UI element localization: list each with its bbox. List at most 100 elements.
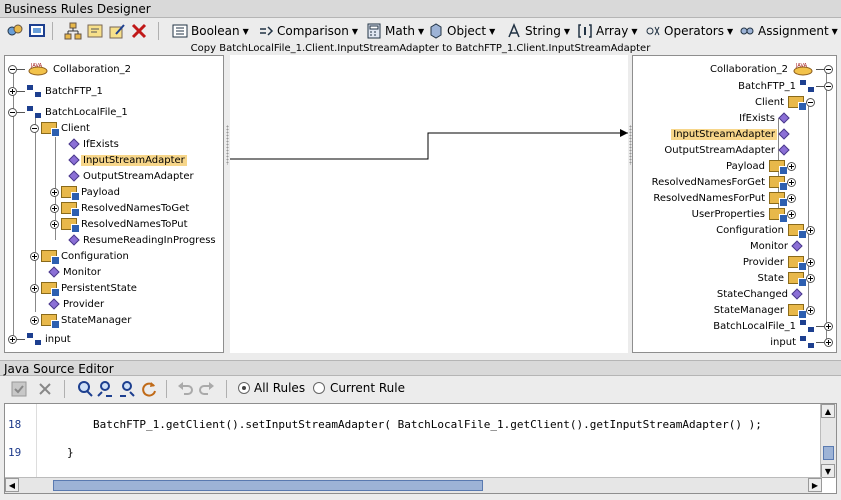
tree-node-statemanager[interactable]: StateManager	[30, 312, 133, 329]
tree-node-payload[interactable]: Payload	[724, 158, 796, 175]
tree-node-configuration[interactable]: Configuration	[714, 222, 815, 239]
tree-node-inputstreamadapter[interactable]: InputStreamAdapter	[67, 152, 187, 168]
math-menu[interactable]: Math ▼	[366, 21, 424, 41]
expand-toggle-icon[interactable]	[787, 177, 796, 187]
expand-toggle-icon[interactable]	[30, 251, 39, 261]
string-menu[interactable]: String ▼	[506, 21, 570, 41]
expand-toggle-icon[interactable]	[50, 219, 59, 229]
expand-toggle-icon[interactable]	[8, 86, 17, 96]
tree-node-statemanager[interactable]: StateManager	[712, 302, 815, 319]
boolean-menu[interactable]: Boolean ▼	[172, 21, 249, 41]
tree-node-resolvednamesforget[interactable]: ResolvedNamesForGet	[650, 174, 796, 191]
tree-node-outputstreamadapter[interactable]: OutputStreamAdapter	[662, 142, 791, 158]
code-line[interactable]: }	[67, 446, 74, 459]
tree-node-resolvednamestoget[interactable]: ResolvedNamesToGet	[50, 200, 191, 217]
expand-toggle-icon[interactable]	[806, 257, 815, 267]
expand-toggle-icon[interactable]	[50, 203, 59, 213]
tree-node-ifexists[interactable]: IfExists	[67, 136, 121, 152]
expand-toggle-icon[interactable]	[787, 193, 796, 203]
edit-note-icon[interactable]	[108, 22, 126, 40]
expand-toggle-icon[interactable]	[50, 187, 59, 197]
tree-node-ifexists[interactable]: IfExists	[737, 110, 791, 126]
collapse-toggle-icon[interactable]	[30, 123, 39, 133]
undo-icon[interactable]	[176, 380, 194, 398]
horizontal-scrollbar[interactable]: ◀ ▶	[5, 477, 822, 493]
tree-node-collaboration[interactable]: Collaboration_2 JAVA	[708, 61, 833, 77]
note-icon[interactable]	[86, 22, 104, 40]
scrollbar-thumb[interactable]	[823, 446, 834, 460]
tree-node-payload[interactable]: Payload	[50, 184, 122, 201]
source-tree-panel[interactable]: JAVA Collaboration_2 BatchFTP_1 BatchLoc…	[4, 55, 224, 353]
find-next-icon[interactable]	[118, 380, 136, 398]
expand-toggle-icon[interactable]	[30, 283, 39, 293]
tree-node-batchftp[interactable]: BatchFTP_1	[8, 83, 105, 99]
object-menu[interactable]: Object ▼	[428, 21, 495, 41]
scrollbar-thumb[interactable]	[53, 480, 483, 491]
tree-node-configuration[interactable]: Configuration	[30, 248, 131, 265]
scroll-down-icon[interactable]: ▼	[821, 464, 835, 478]
tree-node-resumereading[interactable]: ResumeReadingInProgress	[67, 232, 218, 248]
tree-node-persistentstate[interactable]: PersistentState	[30, 280, 139, 297]
expand-toggle-icon[interactable]	[824, 337, 833, 347]
collaboration-icon[interactable]	[6, 22, 24, 40]
code-line[interactable]: BatchFTP_1.getClient().setInputStreamAda…	[93, 418, 762, 431]
search-icon[interactable]	[76, 380, 94, 398]
find-previous-icon[interactable]	[96, 380, 114, 398]
tree-node-collaboration[interactable]: JAVA Collaboration_2	[8, 61, 133, 77]
tree-node-state[interactable]: State	[756, 270, 815, 287]
splitter-handle[interactable]	[226, 125, 229, 165]
expand-toggle-icon[interactable]	[787, 209, 796, 219]
tree-node-provider[interactable]: Provider	[47, 296, 106, 312]
collapse-toggle-icon[interactable]	[824, 64, 833, 74]
tree-node-monitor[interactable]: Monitor	[748, 238, 804, 254]
scroll-left-icon[interactable]: ◀	[5, 478, 19, 492]
tree-node-outputstreamadapter[interactable]: OutputStreamAdapter	[67, 168, 196, 184]
expand-toggle-icon[interactable]	[8, 334, 17, 344]
collapse-toggle-icon[interactable]	[8, 107, 17, 117]
vertical-scrollbar[interactable]: ▲ ▼	[820, 404, 836, 478]
current-rule-radio[interactable]	[313, 382, 325, 394]
tree-node-resolvednamesforput[interactable]: ResolvedNamesForPut	[651, 190, 796, 207]
assignment-menu[interactable]: Assignment ▼	[739, 21, 838, 41]
close-icon[interactable]	[36, 380, 54, 398]
tree-node-inputstreamadapter[interactable]: InputStreamAdapter	[671, 126, 791, 142]
display-icon[interactable]	[28, 22, 46, 40]
tree-node-statechanged[interactable]: StateChanged	[715, 286, 804, 302]
tree-node-userproperties[interactable]: UserProperties	[690, 206, 796, 223]
array-menu[interactable]: Array ▼	[577, 21, 637, 41]
refresh-icon[interactable]	[140, 380, 158, 398]
expand-toggle-icon[interactable]	[30, 315, 39, 325]
redo-icon[interactable]	[198, 380, 216, 398]
tree-layout-icon[interactable]	[64, 22, 82, 40]
code-editor[interactable]: 18 19 BatchFTP_1.getClient().setInputStr…	[4, 403, 837, 494]
comparison-menu[interactable]: Comparison ▼	[258, 21, 358, 41]
destination-tree-panel[interactable]: Collaboration_2 JAVA BatchFTP_1 Client I…	[632, 55, 837, 353]
tree-node-monitor[interactable]: Monitor	[47, 264, 103, 280]
delete-icon[interactable]	[130, 22, 148, 40]
tree-node-provider[interactable]: Provider	[741, 254, 815, 271]
expand-toggle-icon[interactable]	[787, 161, 796, 171]
tree-node-client[interactable]: Client	[753, 94, 815, 111]
scroll-up-icon[interactable]: ▲	[821, 404, 835, 418]
tree-node-label: Provider	[742, 256, 784, 268]
expand-toggle-icon[interactable]	[806, 305, 815, 315]
expand-toggle-icon[interactable]	[824, 321, 833, 331]
mapping-canvas[interactable]	[230, 55, 628, 353]
scroll-right-icon[interactable]: ▶	[808, 478, 822, 492]
check-icon[interactable]	[10, 380, 28, 398]
tree-node-client[interactable]: Client	[30, 120, 92, 137]
tree-node-batchlocalfile[interactable]: BatchLocalFile_1	[8, 104, 130, 120]
collapse-toggle-icon[interactable]	[806, 97, 815, 107]
expand-toggle-icon[interactable]	[806, 273, 815, 283]
all-rules-radio[interactable]	[238, 382, 250, 394]
tree-node-resolvednamestoput[interactable]: ResolvedNamesToPut	[50, 216, 190, 233]
tree-node-batchlocalfile[interactable]: BatchLocalFile_1	[711, 318, 833, 334]
collapse-toggle-icon[interactable]	[8, 64, 17, 74]
tree-node-batchftp[interactable]: BatchFTP_1	[736, 78, 833, 94]
mapping-link[interactable]	[230, 55, 628, 353]
collapse-toggle-icon[interactable]	[824, 81, 833, 91]
tree-node-input[interactable]: input	[8, 331, 73, 347]
expand-toggle-icon[interactable]	[806, 225, 815, 235]
tree-node-input[interactable]: input	[768, 334, 833, 350]
operators-menu[interactable]: Operators ▼	[645, 21, 733, 41]
